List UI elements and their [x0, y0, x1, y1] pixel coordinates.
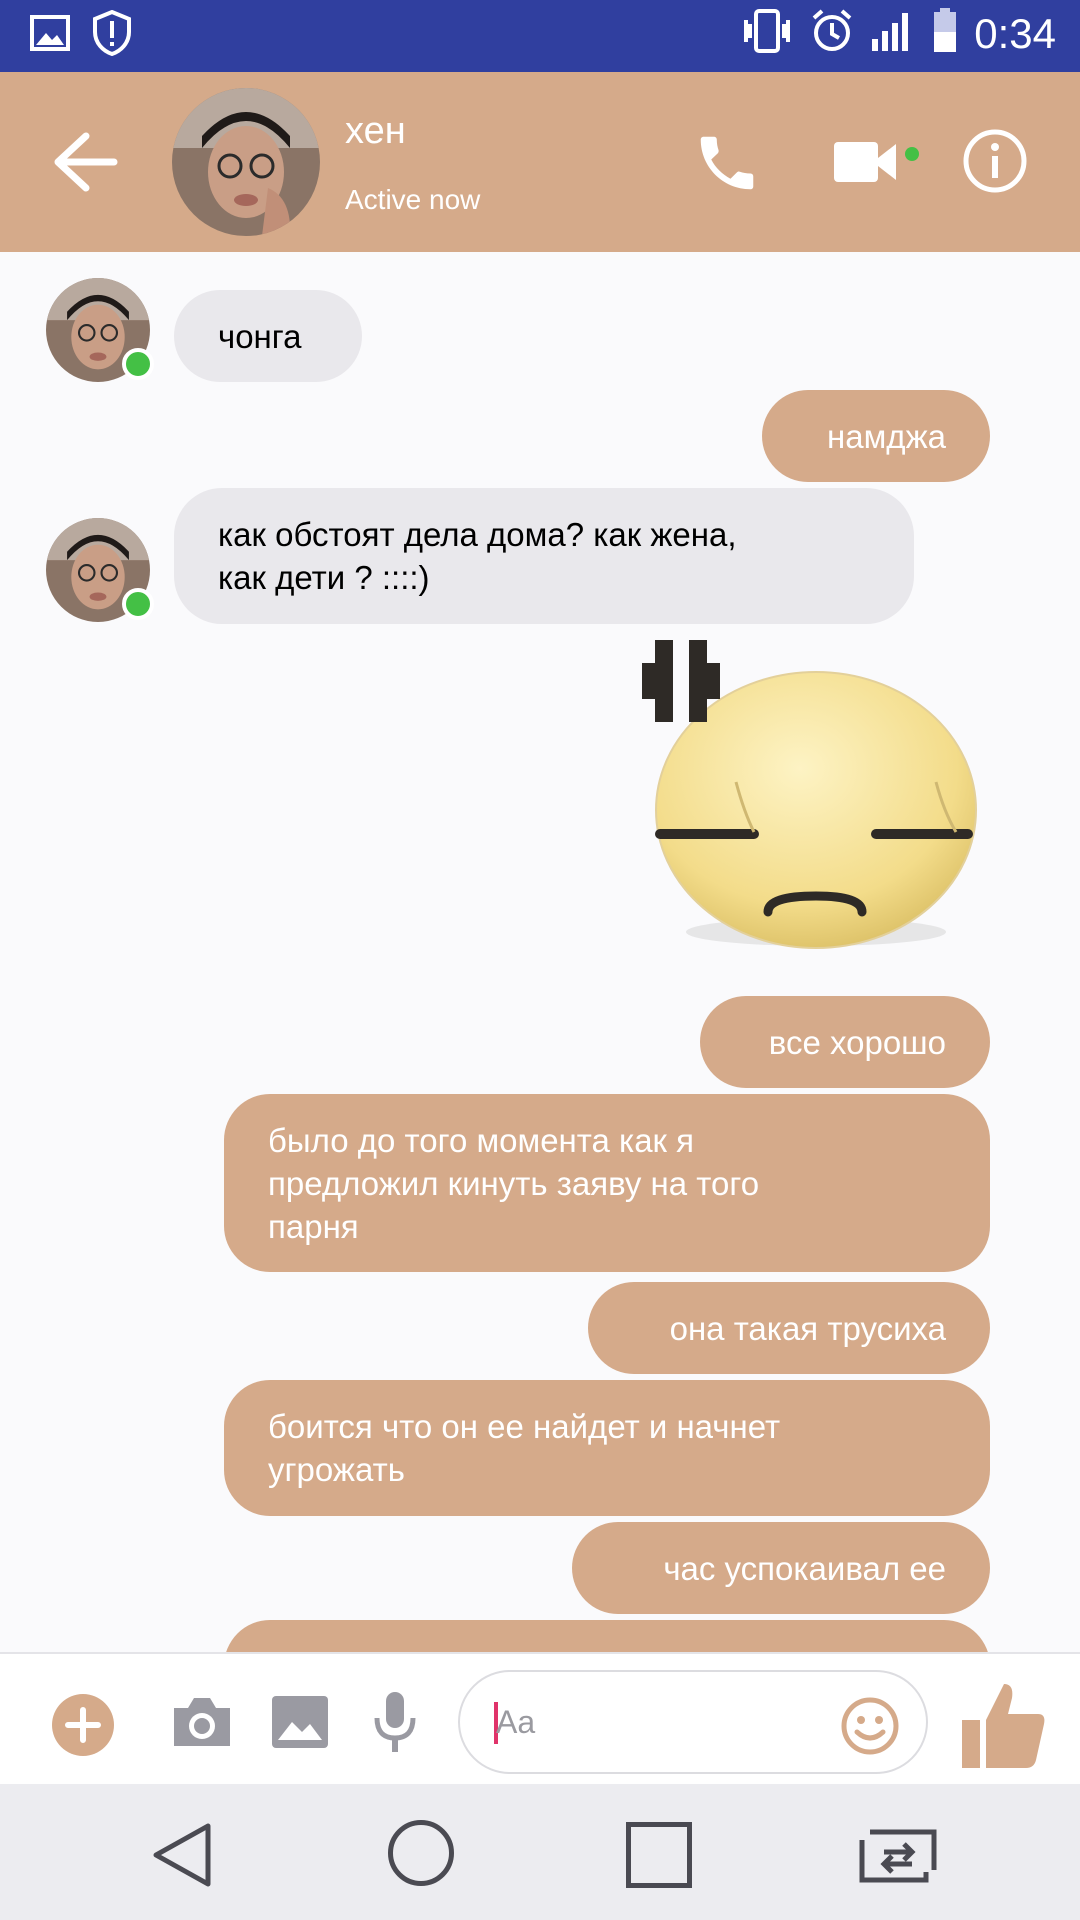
message-text: намджа	[827, 417, 946, 455]
contact-avatar[interactable]	[172, 88, 320, 236]
online-indicator	[122, 588, 154, 620]
camera-icon	[174, 1698, 230, 1746]
emoji-button[interactable]	[840, 1696, 900, 1756]
recents-square-icon[interactable]	[626, 1822, 692, 1888]
switch-app-icon	[859, 1829, 937, 1883]
arrow-left-icon	[54, 132, 118, 192]
online-indicator	[122, 348, 154, 380]
home-circle-icon[interactable]	[388, 1820, 454, 1886]
status-bar: 0:34	[0, 0, 1080, 72]
info-icon	[963, 129, 1027, 193]
contact-avatar-small[interactable]	[46, 518, 154, 622]
emoji-icon	[841, 1697, 899, 1755]
message-bubble-outgoing[interactable]: она такая трусиха	[588, 1282, 990, 1374]
message-bubble-outgoing[interactable]: боится что он ее найдет и начнет угрожат…	[224, 1380, 990, 1516]
system-nav-bar	[0, 1784, 1080, 1920]
gallery-icon	[272, 1696, 328, 1748]
message-text: как обстоят дела дома? как жена, как дет…	[218, 516, 737, 596]
battery-icon	[932, 8, 958, 59]
voice-message-button[interactable]	[372, 1690, 418, 1754]
alarm-icon	[810, 8, 854, 59]
message-bubble-outgoing[interactable]: было до того момента как я предложил кин…	[224, 1094, 990, 1272]
switch-app-button[interactable]	[856, 1826, 940, 1886]
mic-icon	[374, 1692, 416, 1752]
message-bubble-incoming[interactable]: чонга	[174, 290, 362, 382]
message-list[interactable]: чонга намджа как обстоят дела дома? как …	[0, 252, 1080, 1652]
camera-button[interactable]	[170, 1694, 234, 1750]
back-button[interactable]	[50, 130, 120, 194]
plus-icon	[65, 1707, 101, 1743]
message-bubble-outgoing[interactable]: час успокаивал ее	[572, 1522, 990, 1614]
video-call-button[interactable]	[830, 132, 920, 192]
nav-back-button[interactable]	[150, 1820, 214, 1890]
shield-alert-icon	[92, 9, 132, 61]
message-input-placeholder: Aa	[496, 1704, 536, 1740]
contact-avatar-small[interactable]	[46, 278, 154, 382]
status-time: 0:34	[974, 9, 1056, 57]
message-bubble-outgoing-partial[interactable]	[224, 1620, 990, 1652]
message-bubble-incoming[interactable]: как обстоят дела дома? как жена, как дет…	[174, 488, 914, 624]
conversation-header: хен Active now	[0, 72, 1080, 252]
message-composer: Aa	[0, 1652, 1080, 1784]
contact-name[interactable]: хен	[345, 110, 406, 153]
vibrate-icon	[740, 8, 794, 59]
thumbs-up-button[interactable]	[960, 1680, 1046, 1770]
gallery-button[interactable]	[270, 1694, 330, 1750]
info-button[interactable]	[960, 126, 1030, 196]
message-text: было до того момента как я предложил кин…	[268, 1121, 760, 1245]
message-bubble-outgoing[interactable]: намджа	[762, 390, 990, 482]
message-text: чонга	[218, 317, 302, 355]
thumbs-up-icon	[962, 1684, 1045, 1768]
signal-icon	[870, 9, 916, 58]
back-triangle-icon	[153, 1823, 211, 1887]
message-text: она такая трусиха	[669, 1309, 946, 1347]
annoyed-face-sticker[interactable]	[636, 632, 986, 952]
message-text: боится что он ее найдет и начнет угрожат…	[268, 1408, 781, 1488]
message-text: все хорошо	[768, 1023, 946, 1061]
video-camera-icon	[834, 142, 919, 182]
voice-call-button[interactable]	[692, 128, 762, 198]
more-actions-button[interactable]	[52, 1694, 114, 1756]
message-bubble-outgoing[interactable]: все хорошо	[700, 996, 990, 1088]
image-icon	[30, 13, 70, 58]
phone-icon	[700, 136, 754, 190]
message-text: час успокаивал ее	[663, 1549, 946, 1587]
contact-status: Active now	[345, 184, 481, 215]
